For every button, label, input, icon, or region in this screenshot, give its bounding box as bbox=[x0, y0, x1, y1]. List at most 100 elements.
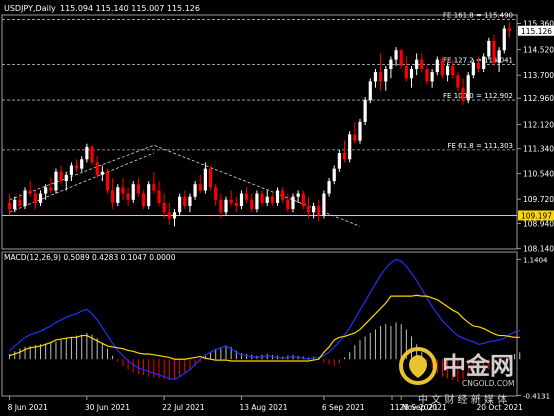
candle-body bbox=[147, 184, 151, 207]
candle bbox=[214, 184, 218, 207]
candle bbox=[440, 56, 445, 79]
candle bbox=[33, 190, 37, 210]
candle-body bbox=[141, 193, 146, 207]
price-tick-label: 112.120 bbox=[523, 120, 554, 129]
candle-body bbox=[157, 190, 161, 203]
candle bbox=[296, 190, 300, 203]
macd-tick-label: -0.4131 bbox=[523, 392, 550, 400]
candle bbox=[281, 187, 285, 203]
candle bbox=[245, 187, 249, 203]
candle bbox=[487, 37, 491, 60]
candle bbox=[363, 96, 367, 126]
time-tick-label: 8 Jun 2021 bbox=[8, 403, 49, 412]
candle-body bbox=[487, 40, 491, 57]
candle bbox=[389, 56, 393, 79]
candle bbox=[141, 190, 146, 210]
candle-body bbox=[193, 184, 197, 197]
candle-body bbox=[368, 81, 372, 101]
candle bbox=[497, 47, 501, 73]
candle bbox=[90, 145, 94, 166]
candle bbox=[198, 174, 202, 194]
candle-body bbox=[332, 168, 336, 182]
candle bbox=[59, 165, 63, 185]
price-tick-label: 108.940 bbox=[523, 219, 554, 228]
candle-body bbox=[384, 68, 388, 82]
pattern-trendline[interactable] bbox=[9, 144, 361, 227]
candle bbox=[250, 193, 254, 213]
price-tick-label: 112.960 bbox=[523, 94, 554, 103]
candle bbox=[394, 47, 398, 66]
candle-body bbox=[337, 153, 341, 169]
pattern-lines[interactable] bbox=[9, 144, 361, 227]
time-tick-label: 30 Jun 2021 bbox=[85, 403, 130, 412]
candle bbox=[23, 187, 27, 210]
candle bbox=[172, 209, 177, 227]
candle bbox=[409, 65, 414, 88]
ohlc-header: 115.094 115.140 115.007 115.126 bbox=[60, 4, 200, 13]
watermark-brand: 中金网 bbox=[442, 352, 514, 380]
candle-body bbox=[348, 134, 352, 160]
candle bbox=[466, 72, 470, 104]
candle bbox=[358, 118, 362, 144]
candle-body bbox=[13, 199, 17, 210]
candle bbox=[38, 190, 43, 207]
candle-body bbox=[224, 199, 228, 213]
candle bbox=[342, 140, 347, 163]
time-tick-label: 22 Jul 2021 bbox=[162, 403, 205, 412]
candle-body bbox=[265, 196, 269, 203]
candle bbox=[301, 190, 305, 210]
candle bbox=[234, 196, 238, 213]
candle bbox=[167, 202, 171, 225]
candle bbox=[415, 53, 419, 76]
candle-body bbox=[198, 184, 202, 191]
candle bbox=[255, 190, 259, 213]
candle bbox=[111, 177, 115, 210]
candle-body bbox=[85, 146, 89, 160]
candle-body bbox=[440, 59, 445, 76]
candle-body bbox=[378, 72, 383, 82]
candle-body bbox=[322, 193, 326, 216]
candle bbox=[85, 143, 89, 163]
candle bbox=[337, 149, 341, 172]
candle-body bbox=[214, 187, 218, 200]
candle bbox=[265, 190, 269, 207]
candle bbox=[291, 193, 295, 213]
candle bbox=[404, 56, 408, 82]
candle bbox=[461, 78, 465, 105]
candle-body bbox=[476, 62, 481, 69]
candle-body bbox=[245, 193, 249, 200]
candle-body bbox=[188, 196, 192, 207]
candle-body bbox=[425, 68, 429, 82]
candle-body bbox=[296, 193, 300, 197]
candle-body bbox=[451, 65, 455, 76]
candle-body bbox=[105, 171, 110, 191]
candle bbox=[64, 171, 68, 191]
candle bbox=[131, 181, 135, 203]
candle-body bbox=[23, 190, 27, 207]
candle bbox=[327, 177, 331, 197]
candle bbox=[49, 177, 53, 194]
support-price-label: 109.197 bbox=[521, 211, 552, 220]
candle-body bbox=[126, 193, 130, 200]
candle-body bbox=[172, 212, 177, 219]
price-tick-label: 110.540 bbox=[523, 170, 554, 179]
candle-body bbox=[394, 50, 398, 60]
candle-body bbox=[466, 75, 470, 101]
candle-body bbox=[363, 100, 367, 122]
candle-body bbox=[80, 159, 84, 169]
fibonacci-levels[interactable]: FE 161.8 = 115.490FE 127.2 = 114.041FE 1… bbox=[2, 11, 517, 151]
candle-body bbox=[18, 199, 22, 207]
candle bbox=[399, 48, 403, 69]
candle-body bbox=[90, 146, 94, 163]
candle-body bbox=[136, 184, 141, 194]
candle bbox=[178, 193, 182, 216]
candle-body bbox=[286, 199, 290, 210]
price-candles bbox=[7, 22, 512, 227]
candle bbox=[420, 53, 424, 73]
candle bbox=[188, 193, 192, 213]
candle-body bbox=[111, 190, 115, 203]
candle-body bbox=[306, 206, 311, 213]
candle-body bbox=[404, 65, 408, 79]
candle bbox=[317, 199, 321, 222]
candle-body bbox=[239, 193, 244, 207]
